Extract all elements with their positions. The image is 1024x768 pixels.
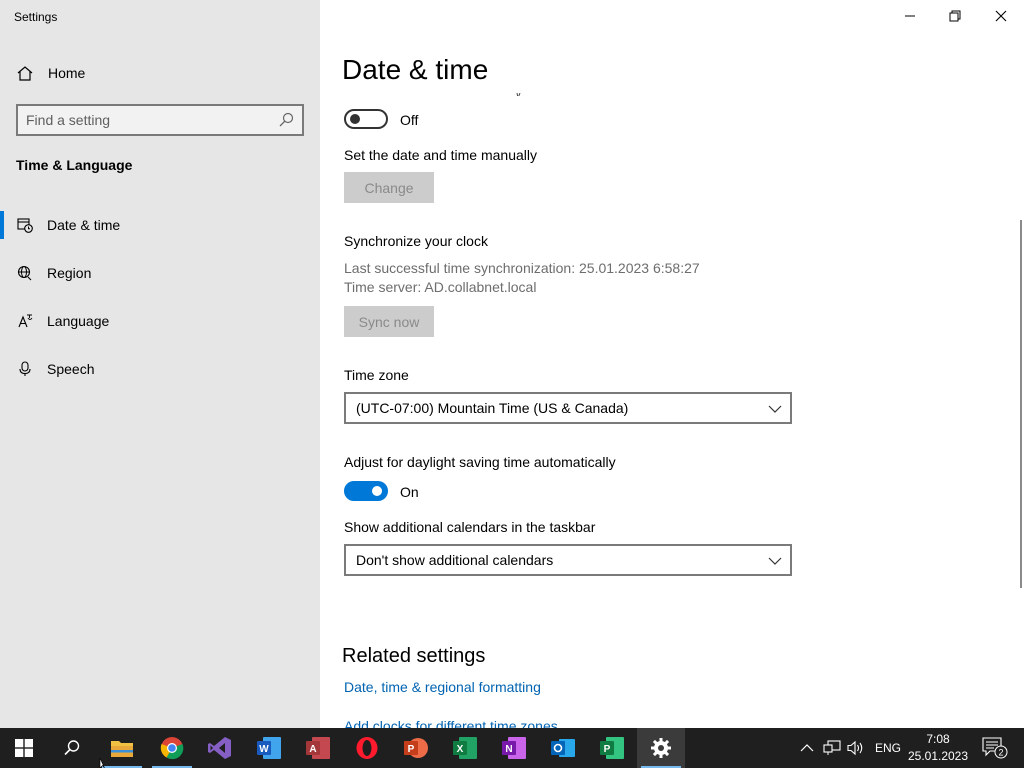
calendar-clock-icon bbox=[17, 217, 33, 233]
onenote-icon[interactable]: N bbox=[490, 728, 538, 768]
time-zone-label: Time zone bbox=[344, 367, 409, 383]
svg-text:W: W bbox=[259, 744, 269, 755]
svg-text:N: N bbox=[505, 744, 512, 755]
page-title: Date & time bbox=[342, 54, 489, 85]
home-icon bbox=[16, 65, 34, 81]
regional-formatting-link[interactable]: Date, time & regional formatting bbox=[344, 679, 541, 695]
app-title: Settings bbox=[14, 10, 58, 24]
svg-text:P: P bbox=[408, 744, 415, 755]
dst-label: Adjust for daylight saving time automati… bbox=[344, 454, 616, 470]
additional-calendars-label: Show additional calendars in the taskbar bbox=[344, 519, 596, 535]
time-zone-dropdown[interactable]: (UTC-07:00) Mountain Time (US & Canada) bbox=[344, 392, 792, 424]
additional-calendars-value: Don't show additional calendars bbox=[356, 552, 554, 568]
language-icon bbox=[17, 313, 33, 329]
scrollbar[interactable] bbox=[1020, 220, 1022, 588]
dst-toggle-state: On bbox=[400, 484, 419, 500]
start-button[interactable] bbox=[0, 728, 48, 768]
settings-icon[interactable] bbox=[637, 728, 685, 768]
excel-icon[interactable]: X bbox=[441, 728, 489, 768]
word-icon[interactable]: W bbox=[245, 728, 293, 768]
sidebar-item-label: Speech bbox=[47, 361, 95, 377]
svg-text:X: X bbox=[457, 744, 464, 755]
project-icon[interactable]: P bbox=[588, 728, 636, 768]
search-box[interactable] bbox=[16, 104, 304, 136]
sidebar-item-date-time[interactable]: Date & time bbox=[0, 207, 320, 243]
action-center-icon[interactable]: 2 bbox=[982, 728, 1008, 768]
network-icon[interactable] bbox=[823, 728, 841, 768]
sync-clock-label: Synchronize your clock bbox=[344, 233, 488, 249]
taskbar: W A P X N P ENG 7:08 25.01.2023 2 bbox=[0, 728, 1024, 768]
restore-button[interactable] bbox=[932, 0, 978, 32]
sidebar-item-language[interactable]: Language bbox=[0, 303, 320, 339]
nav-home-label: Home bbox=[48, 65, 86, 81]
clock-date: 25.01.2023 bbox=[907, 749, 969, 763]
volume-icon[interactable] bbox=[847, 728, 865, 768]
outlook-icon[interactable] bbox=[539, 728, 587, 768]
close-button[interactable] bbox=[978, 0, 1024, 32]
last-sync-text: Last successful time synchronization: 25… bbox=[344, 260, 700, 276]
time-server-text: Time server: AD.collabnet.local bbox=[344, 279, 537, 295]
chrome-icon[interactable] bbox=[148, 728, 196, 768]
dst-toggle[interactable] bbox=[344, 481, 388, 501]
sidebar-item-label: Region bbox=[47, 265, 92, 281]
settings-sidebar: Settings Home Time & Language Date & tim… bbox=[0, 0, 320, 728]
language-indicator[interactable]: ENG bbox=[875, 728, 901, 768]
section-title: Time & Language bbox=[16, 157, 133, 173]
settings-main: Date & time Off Set the date and time ma… bbox=[320, 0, 1024, 728]
opera-icon[interactable] bbox=[343, 728, 391, 768]
clock-time: 7:08 bbox=[926, 732, 950, 746]
chevron-down-icon bbox=[768, 402, 782, 414]
svg-text:A: A bbox=[309, 744, 316, 755]
auto-time-toggle[interactable] bbox=[344, 109, 388, 129]
additional-calendars-dropdown[interactable]: Don't show additional calendars bbox=[344, 544, 792, 576]
toggle-knob bbox=[372, 486, 382, 496]
auto-time-toggle-state: Off bbox=[400, 112, 419, 128]
time-zone-value: (UTC-07:00) Mountain Time (US & Canada) bbox=[356, 400, 629, 416]
powerpoint-icon[interactable]: P bbox=[392, 728, 440, 768]
microphone-icon bbox=[17, 361, 33, 377]
chevron-down-icon bbox=[768, 554, 782, 566]
minimize-button[interactable] bbox=[887, 0, 933, 32]
sidebar-item-label: Language bbox=[47, 313, 110, 329]
sidebar-item-label: Date & time bbox=[47, 217, 121, 233]
visual-studio-icon[interactable] bbox=[196, 728, 244, 768]
change-button[interactable]: Change bbox=[344, 172, 434, 203]
globe-icon bbox=[17, 265, 33, 281]
sidebar-item-region[interactable]: Region bbox=[0, 255, 320, 291]
taskbar-clock[interactable]: 7:08 25.01.2023 bbox=[904, 731, 972, 765]
svg-text:P: P bbox=[604, 744, 611, 755]
show-hidden-icons-button[interactable] bbox=[800, 728, 814, 768]
related-settings-title: Related settings bbox=[342, 645, 486, 667]
access-icon[interactable]: A bbox=[294, 728, 342, 768]
scrolled-text-fragment bbox=[344, 88, 524, 96]
taskbar-search-icon[interactable] bbox=[48, 728, 96, 768]
search-icon[interactable] bbox=[278, 112, 294, 128]
nav-home[interactable]: Home bbox=[0, 56, 320, 90]
sidebar-item-speech[interactable]: Speech bbox=[0, 351, 320, 387]
sync-now-button[interactable]: Sync now bbox=[344, 306, 434, 337]
manual-time-label: Set the date and time manually bbox=[344, 147, 538, 163]
notification-count: 2 bbox=[998, 748, 1003, 758]
add-clocks-link[interactable]: Add clocks for different time zones bbox=[344, 718, 558, 728]
search-input[interactable] bbox=[26, 110, 276, 130]
toggle-knob bbox=[350, 114, 360, 124]
mouse-cursor-icon bbox=[99, 758, 105, 768]
